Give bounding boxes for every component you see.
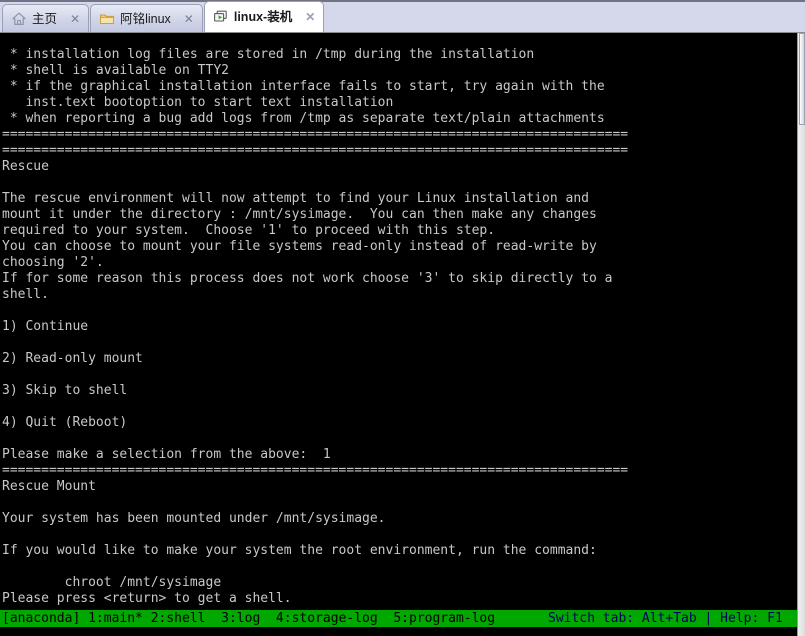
tab-home[interactable]: 主页 ✕ [2, 4, 90, 32]
folder-icon [99, 11, 115, 27]
tab-ameng-linux[interactable]: 阿铭linux ✕ [90, 4, 203, 32]
remote-session-icon [213, 9, 229, 25]
home-icon [11, 11, 27, 27]
terminal-output: * installation log files are stored in /… [2, 47, 629, 606]
vertical-scrollbar[interactable] [797, 33, 805, 636]
tab-label: 主页 [32, 11, 58, 26]
tab-linux-install[interactable]: linux-装机 ✕ [203, 1, 325, 32]
tab-label: 阿铭linux [120, 11, 171, 26]
close-icon[interactable]: ✕ [68, 13, 82, 25]
tab-bar: 主页 ✕ 阿铭linux ✕ linux-装机 ✕ [0, 0, 805, 33]
close-icon[interactable]: ✕ [303, 11, 317, 23]
application-window: 主页 ✕ 阿铭linux ✕ linux-装机 ✕ * installation… [0, 0, 805, 636]
anaconda-status-bar: [anaconda] 1:main* 2:shell 3:log 4:stora… [0, 610, 797, 627]
close-icon[interactable]: ✕ [182, 13, 196, 25]
tab-label: linux-装机 [233, 10, 293, 24]
terminal-screen[interactable]: * installation log files are stored in /… [0, 33, 797, 636]
scrollbar-thumb[interactable] [799, 33, 805, 125]
status-bar-tty-list[interactable]: [anaconda] 1:main* 2:shell 3:log 4:stora… [2, 610, 495, 627]
status-bar-hints: Switch tab: Alt+Tab | Help: F1 [548, 611, 783, 626]
